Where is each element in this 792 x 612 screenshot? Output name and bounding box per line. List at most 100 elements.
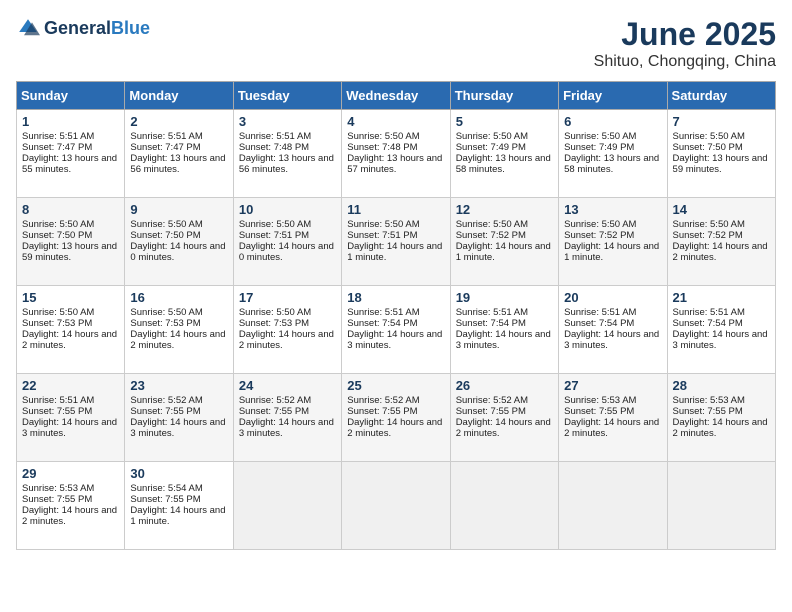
calendar-week-row: 15Sunrise: 5:50 AMSunset: 7:53 PMDayligh… [17, 286, 776, 374]
daylight-text: Daylight: 14 hours and 1 minute. [564, 241, 659, 263]
calendar-cell: 29Sunrise: 5:53 AMSunset: 7:55 PMDayligh… [17, 462, 125, 550]
daylight-text: Daylight: 14 hours and 2 minutes. [673, 417, 768, 439]
day-number: 22 [22, 378, 119, 393]
daylight-text: Daylight: 14 hours and 3 minutes. [347, 329, 442, 351]
logo-blue-text: Blue [111, 18, 150, 38]
sunrise-text: Sunrise: 5:54 AM [130, 483, 202, 494]
calendar-cell: 21Sunrise: 5:51 AMSunset: 7:54 PMDayligh… [667, 286, 775, 374]
daylight-text: Daylight: 14 hours and 2 minutes. [130, 329, 225, 351]
sunset-text: Sunset: 7:54 PM [673, 318, 743, 329]
daylight-text: Daylight: 13 hours and 58 minutes. [564, 153, 659, 175]
sunset-text: Sunset: 7:55 PM [673, 406, 743, 417]
daylight-text: Daylight: 14 hours and 0 minutes. [130, 241, 225, 263]
calendar-cell: 28Sunrise: 5:53 AMSunset: 7:55 PMDayligh… [667, 374, 775, 462]
calendar-cell: 27Sunrise: 5:53 AMSunset: 7:55 PMDayligh… [559, 374, 667, 462]
day-number: 17 [239, 290, 336, 305]
sunset-text: Sunset: 7:49 PM [456, 142, 526, 153]
sunrise-text: Sunrise: 5:50 AM [456, 131, 528, 142]
title-area: June 2025 Shituo, Chongqing, China [594, 16, 776, 71]
calendar-cell: 9Sunrise: 5:50 AMSunset: 7:50 PMDaylight… [125, 198, 233, 286]
calendar-cell: 15Sunrise: 5:50 AMSunset: 7:53 PMDayligh… [17, 286, 125, 374]
daylight-text: Daylight: 14 hours and 3 minutes. [564, 329, 659, 351]
logo-general-text: General [44, 18, 111, 38]
sunrise-text: Sunrise: 5:50 AM [564, 131, 636, 142]
calendar-cell: 6Sunrise: 5:50 AMSunset: 7:49 PMDaylight… [559, 110, 667, 198]
sunrise-text: Sunrise: 5:52 AM [239, 395, 311, 406]
daylight-text: Daylight: 14 hours and 2 minutes. [22, 505, 117, 527]
sunrise-text: Sunrise: 5:51 AM [22, 131, 94, 142]
sunset-text: Sunset: 7:50 PM [673, 142, 743, 153]
calendar-cell [233, 462, 341, 550]
sunrise-text: Sunrise: 5:51 AM [347, 307, 419, 318]
day-number: 29 [22, 466, 119, 481]
sunset-text: Sunset: 7:50 PM [22, 230, 92, 241]
calendar-cell: 20Sunrise: 5:51 AMSunset: 7:54 PMDayligh… [559, 286, 667, 374]
sunset-text: Sunset: 7:48 PM [239, 142, 309, 153]
day-number: 10 [239, 202, 336, 217]
sunset-text: Sunset: 7:55 PM [130, 406, 200, 417]
calendar-week-row: 1Sunrise: 5:51 AMSunset: 7:47 PMDaylight… [17, 110, 776, 198]
daylight-text: Daylight: 13 hours and 55 minutes. [22, 153, 117, 175]
sunset-text: Sunset: 7:47 PM [22, 142, 92, 153]
sunset-text: Sunset: 7:52 PM [456, 230, 526, 241]
sunrise-text: Sunrise: 5:50 AM [347, 219, 419, 230]
calendar-cell: 7Sunrise: 5:50 AMSunset: 7:50 PMDaylight… [667, 110, 775, 198]
calendar-cell: 22Sunrise: 5:51 AMSunset: 7:55 PMDayligh… [17, 374, 125, 462]
calendar-week-row: 22Sunrise: 5:51 AMSunset: 7:55 PMDayligh… [17, 374, 776, 462]
calendar-week-row: 8Sunrise: 5:50 AMSunset: 7:50 PMDaylight… [17, 198, 776, 286]
weekday-header-cell: Thursday [450, 82, 558, 110]
day-number: 20 [564, 290, 661, 305]
calendar-cell: 23Sunrise: 5:52 AMSunset: 7:55 PMDayligh… [125, 374, 233, 462]
sunset-text: Sunset: 7:55 PM [22, 494, 92, 505]
sunrise-text: Sunrise: 5:52 AM [456, 395, 528, 406]
day-number: 13 [564, 202, 661, 217]
day-number: 4 [347, 114, 444, 129]
calendar-table: SundayMondayTuesdayWednesdayThursdayFrid… [16, 81, 776, 550]
day-number: 16 [130, 290, 227, 305]
sunrise-text: Sunrise: 5:50 AM [22, 307, 94, 318]
sunset-text: Sunset: 7:48 PM [347, 142, 417, 153]
sunrise-text: Sunrise: 5:50 AM [564, 219, 636, 230]
calendar-cell: 25Sunrise: 5:52 AMSunset: 7:55 PMDayligh… [342, 374, 450, 462]
weekday-header-cell: Monday [125, 82, 233, 110]
calendar-cell: 14Sunrise: 5:50 AMSunset: 7:52 PMDayligh… [667, 198, 775, 286]
sunrise-text: Sunrise: 5:50 AM [673, 219, 745, 230]
sunrise-text: Sunrise: 5:50 AM [130, 307, 202, 318]
sunrise-text: Sunrise: 5:50 AM [239, 307, 311, 318]
calendar-cell: 12Sunrise: 5:50 AMSunset: 7:52 PMDayligh… [450, 198, 558, 286]
logo-icon [16, 16, 40, 40]
day-number: 19 [456, 290, 553, 305]
sunset-text: Sunset: 7:47 PM [130, 142, 200, 153]
sunrise-text: Sunrise: 5:51 AM [22, 395, 94, 406]
calendar-cell: 18Sunrise: 5:51 AMSunset: 7:54 PMDayligh… [342, 286, 450, 374]
daylight-text: Daylight: 14 hours and 3 minutes. [22, 417, 117, 439]
weekday-header-row: SundayMondayTuesdayWednesdayThursdayFrid… [17, 82, 776, 110]
sunrise-text: Sunrise: 5:50 AM [239, 219, 311, 230]
sunset-text: Sunset: 7:52 PM [673, 230, 743, 241]
sunrise-text: Sunrise: 5:51 AM [673, 307, 745, 318]
sunrise-text: Sunrise: 5:51 AM [456, 307, 528, 318]
day-number: 26 [456, 378, 553, 393]
sunset-text: Sunset: 7:53 PM [130, 318, 200, 329]
weekday-header-cell: Sunday [17, 82, 125, 110]
calendar-cell: 10Sunrise: 5:50 AMSunset: 7:51 PMDayligh… [233, 198, 341, 286]
sunset-text: Sunset: 7:55 PM [456, 406, 526, 417]
day-number: 9 [130, 202, 227, 217]
sunset-text: Sunset: 7:54 PM [347, 318, 417, 329]
day-number: 24 [239, 378, 336, 393]
sunrise-text: Sunrise: 5:52 AM [347, 395, 419, 406]
daylight-text: Daylight: 14 hours and 1 minute. [347, 241, 442, 263]
sunrise-text: Sunrise: 5:52 AM [130, 395, 202, 406]
sunrise-text: Sunrise: 5:50 AM [22, 219, 94, 230]
calendar-body: 1Sunrise: 5:51 AMSunset: 7:47 PMDaylight… [17, 110, 776, 550]
daylight-text: Daylight: 14 hours and 2 minutes. [22, 329, 117, 351]
day-number: 8 [22, 202, 119, 217]
sunrise-text: Sunrise: 5:50 AM [456, 219, 528, 230]
sunset-text: Sunset: 7:55 PM [239, 406, 309, 417]
calendar-cell: 1Sunrise: 5:51 AMSunset: 7:47 PMDaylight… [17, 110, 125, 198]
calendar-cell: 8Sunrise: 5:50 AMSunset: 7:50 PMDaylight… [17, 198, 125, 286]
sunrise-text: Sunrise: 5:51 AM [564, 307, 636, 318]
daylight-text: Daylight: 13 hours and 56 minutes. [239, 153, 334, 175]
calendar-cell: 11Sunrise: 5:50 AMSunset: 7:51 PMDayligh… [342, 198, 450, 286]
daylight-text: Daylight: 14 hours and 2 minutes. [564, 417, 659, 439]
